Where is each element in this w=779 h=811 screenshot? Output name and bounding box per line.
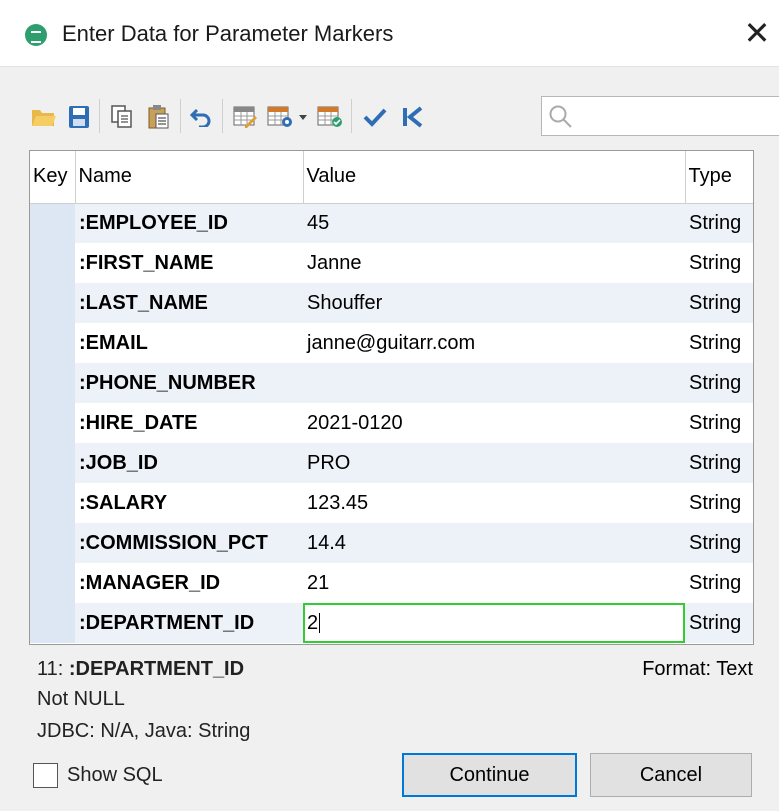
- table-row[interactable]: :DEPARTMENT_ID 2 String: [30, 603, 753, 643]
- param-name-cell: :DEPARTMENT_ID: [75, 603, 303, 643]
- title-bar: Enter Data for Parameter Markers ✕: [0, 0, 779, 67]
- row-key-cell[interactable]: [30, 483, 75, 523]
- param-name-cell: :EMPLOYEE_ID: [75, 203, 303, 243]
- param-type-cell[interactable]: String: [685, 243, 753, 283]
- toolbar-separator: [351, 99, 352, 133]
- param-type-cell[interactable]: String: [685, 283, 753, 323]
- parameters-table: Key Name Value Type :EMPLOYEE_ID 45 String…: [30, 151, 753, 643]
- window-title: Enter Data for Parameter Markers: [62, 21, 394, 46]
- param-value-cell[interactable]: 14.4: [303, 523, 685, 563]
- param-name-cell: :MANAGER_ID: [75, 563, 303, 603]
- parameters-grid[interactable]: Key Name Value Type :EMPLOYEE_ID 45 String…: [29, 150, 754, 645]
- param-name-cell: :PHONE_NUMBER: [75, 363, 303, 403]
- param-name-cell: :HIRE_DATE: [75, 403, 303, 443]
- table-row[interactable]: :EMAIL janne@guitarr.com String: [30, 323, 753, 363]
- table-row[interactable]: :HIRE_DATE 2021-0120 String: [30, 403, 753, 443]
- param-type-cell[interactable]: String: [685, 363, 753, 403]
- row-key-cell[interactable]: [30, 363, 75, 403]
- param-type-cell[interactable]: String: [685, 523, 753, 563]
- param-name-cell: :JOB_ID: [75, 443, 303, 483]
- paste-icon[interactable]: [143, 97, 175, 137]
- continue-button[interactable]: Continue: [402, 753, 577, 797]
- param-value-cell[interactable]: 45: [303, 203, 685, 243]
- undo-icon[interactable]: [185, 97, 217, 137]
- row-key-cell[interactable]: [30, 403, 75, 443]
- dropdown-arrow-icon[interactable]: [292, 97, 314, 137]
- show-sql-label: Show SQL: [67, 763, 163, 786]
- selected-param-name: :DEPARTMENT_ID: [68, 658, 245, 680]
- row-key-cell[interactable]: [30, 523, 75, 563]
- search-input[interactable]: [541, 96, 779, 136]
- param-name-cell: :COMMISSION_PCT: [75, 523, 303, 563]
- first-record-icon[interactable]: [396, 97, 428, 137]
- row-key-cell[interactable]: [30, 283, 75, 323]
- checkmark-icon[interactable]: [359, 97, 391, 137]
- save-icon[interactable]: [63, 97, 95, 137]
- row-key-cell[interactable]: [30, 563, 75, 603]
- param-type-info: JDBC: N/A, Java: String: [37, 720, 251, 742]
- column-header-value[interactable]: Value: [303, 151, 686, 204]
- toolbar-separator: [99, 99, 100, 133]
- table-row[interactable]: :LAST_NAME Shouffer String: [30, 283, 753, 323]
- param-format: Format: Text: [642, 658, 753, 680]
- database-params-icon: [25, 24, 47, 46]
- param-nullability: Not NULL: [37, 688, 125, 710]
- toolbar-separator: [180, 99, 181, 133]
- row-key-cell[interactable]: [30, 323, 75, 363]
- grid-check-icon[interactable]: [314, 97, 346, 137]
- param-value-cell[interactable]: Shouffer: [303, 283, 685, 323]
- param-name-cell: :LAST_NAME: [75, 283, 303, 323]
- param-type-cell[interactable]: String: [685, 443, 753, 483]
- param-value-cell[interactable]: 123.45: [303, 483, 685, 523]
- param-value-cell[interactable]: [303, 363, 685, 403]
- param-value-cell[interactable]: 2021-0120: [303, 403, 685, 443]
- open-folder-icon[interactable]: [28, 97, 60, 137]
- param-type-cell[interactable]: String: [685, 203, 753, 243]
- copy-icon[interactable]: [106, 97, 138, 137]
- param-name-cell: :FIRST_NAME: [75, 243, 303, 283]
- param-type-cell[interactable]: String: [685, 603, 753, 643]
- param-type-cell[interactable]: String: [685, 323, 753, 363]
- table-row[interactable]: :PHONE_NUMBER String: [30, 363, 753, 403]
- table-row[interactable]: :FIRST_NAME Janne String: [30, 243, 753, 283]
- toolbar-separator: [222, 99, 223, 133]
- show-sql-checkbox[interactable]: Show SQL: [33, 760, 163, 790]
- selected-param-summary: 11: :DEPARTMENT_ID: [37, 658, 244, 681]
- close-button[interactable]: ✕: [740, 14, 774, 52]
- search-icon: [549, 105, 572, 128]
- param-name-cell: :EMAIL: [75, 323, 303, 363]
- param-value-text: 2: [307, 611, 319, 634]
- column-header-name[interactable]: Name: [75, 151, 304, 204]
- table-row[interactable]: :SALARY 123.45 String: [30, 483, 753, 523]
- table-header-row: Key Name Value Type: [30, 151, 753, 204]
- param-value-cell[interactable]: 21: [303, 563, 685, 603]
- parameter-markers-dialog: Enter Data for Parameter Markers ✕ Key N…: [0, 0, 779, 811]
- toolbar: [28, 95, 779, 141]
- param-type-cell[interactable]: String: [685, 483, 753, 523]
- table-row[interactable]: :MANAGER_ID 21 String: [30, 563, 753, 603]
- param-value-editor[interactable]: 2: [303, 603, 685, 643]
- row-key-cell[interactable]: [30, 603, 75, 643]
- grid-edit-icon[interactable]: [229, 97, 261, 137]
- cancel-button[interactable]: Cancel: [590, 753, 752, 797]
- table-row[interactable]: :COMMISSION_PCT 14.4 String: [30, 523, 753, 563]
- param-type-cell[interactable]: String: [685, 563, 753, 603]
- param-value-cell[interactable]: Janne: [303, 243, 685, 283]
- text-caret: [319, 613, 321, 634]
- column-header-key[interactable]: Key: [30, 151, 76, 204]
- param-value-cell[interactable]: PRO: [303, 443, 685, 483]
- checkbox-box[interactable]: [33, 762, 58, 788]
- table-row[interactable]: :JOB_ID PRO String: [30, 443, 753, 483]
- param-value-cell[interactable]: janne@guitarr.com: [303, 323, 685, 363]
- column-header-type[interactable]: Type: [685, 151, 753, 204]
- row-key-cell[interactable]: [30, 243, 75, 283]
- row-key-cell[interactable]: [30, 443, 75, 483]
- param-index: 11:: [37, 658, 69, 680]
- param-name-cell: :SALARY: [75, 483, 303, 523]
- table-row[interactable]: :EMPLOYEE_ID 45 String: [30, 203, 753, 243]
- row-key-cell[interactable]: [30, 203, 75, 243]
- param-type-cell[interactable]: String: [685, 403, 753, 443]
